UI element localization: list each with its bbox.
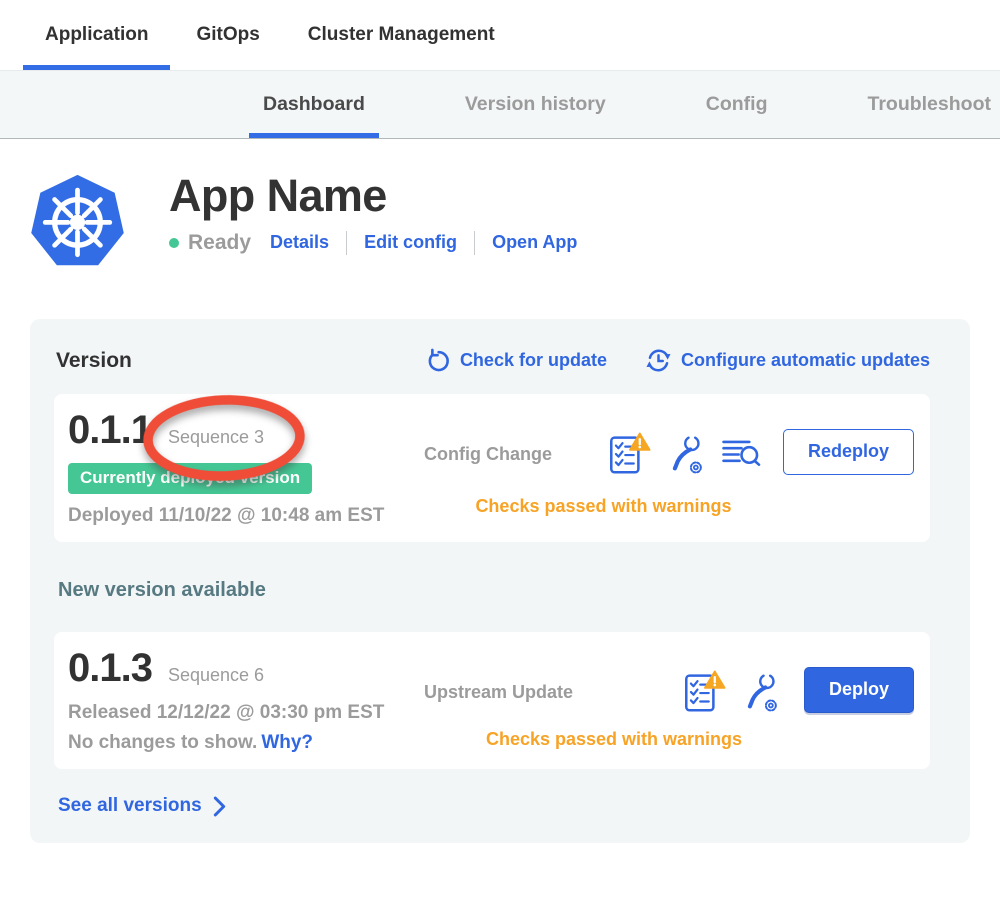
tab-cluster-management[interactable]: Cluster Management bbox=[286, 0, 517, 70]
config-values-icon-button[interactable] bbox=[666, 433, 707, 477]
tab-application[interactable]: Application bbox=[23, 0, 170, 70]
config-values-icon-button[interactable] bbox=[741, 671, 782, 715]
wrench-gear-icon bbox=[666, 433, 707, 477]
preflight-checklist-icon bbox=[608, 431, 651, 478]
kubernetes-logo-icon bbox=[30, 169, 125, 272]
diff-summary: No changes to show.Why? bbox=[68, 732, 424, 754]
redeploy-button[interactable]: Redeploy bbox=[783, 429, 914, 475]
version-card: Version Check for update Configure a bbox=[30, 319, 970, 843]
chevron-right-icon bbox=[213, 796, 226, 817]
preflight-checks-icon-button[interactable] bbox=[608, 431, 651, 478]
current-version-row: 0.1.1 Sequence 3 Currently deployed vers… bbox=[54, 394, 930, 542]
version-source-label: Config Change bbox=[424, 444, 552, 465]
new-version-number: 0.1.3 bbox=[68, 645, 152, 691]
tab-troubleshoot[interactable]: Troubleshoot bbox=[853, 71, 1000, 138]
tab-config[interactable]: Config bbox=[692, 71, 782, 138]
version-source-label: Upstream Update bbox=[424, 682, 573, 703]
page-title: App Name bbox=[169, 171, 577, 221]
no-changes-label: No changes to show. bbox=[68, 732, 257, 753]
status-dot-icon bbox=[169, 238, 179, 248]
sequence-label: Sequence 3 bbox=[168, 427, 264, 447]
tab-gitops[interactable]: GitOps bbox=[174, 0, 281, 70]
new-version-sequence: Sequence 6 bbox=[168, 665, 264, 686]
details-link[interactable]: Details bbox=[270, 232, 329, 253]
deploy-button[interactable]: Deploy bbox=[804, 667, 914, 713]
current-version-sequence: Sequence 3 bbox=[168, 427, 264, 448]
new-version-row: 0.1.3 Sequence 6 Released 12/12/22 @ 03:… bbox=[54, 632, 930, 769]
preflight-checks-icon-button[interactable] bbox=[683, 669, 726, 716]
new-checks-status: Checks passed with warnings bbox=[424, 729, 804, 750]
top-nav: Application GitOps Cluster Management bbox=[0, 0, 1000, 70]
auto-update-icon bbox=[645, 347, 672, 374]
current-checks-status: Checks passed with warnings bbox=[424, 496, 783, 517]
see-all-versions-label: See all versions bbox=[58, 795, 202, 817]
preflight-checklist-icon bbox=[683, 669, 726, 716]
diff-view-icon bbox=[722, 438, 761, 471]
configure-automatic-updates-label: Configure automatic updates bbox=[681, 350, 930, 371]
why-link[interactable]: Why? bbox=[261, 732, 313, 753]
refresh-icon bbox=[425, 348, 451, 374]
open-app-link[interactable]: Open App bbox=[492, 232, 577, 253]
app-header: App Name Ready Details Edit config Open … bbox=[30, 169, 1000, 272]
check-for-update-label: Check for update bbox=[460, 350, 607, 371]
deployed-timestamp: Deployed 11/10/22 @ 10:48 am EST bbox=[68, 505, 424, 527]
app-status-row: Ready Details Edit config Open App bbox=[169, 231, 577, 255]
see-all-versions-link[interactable]: See all versions bbox=[58, 794, 226, 817]
app-sub-nav: Dashboard Version history Config Trouble… bbox=[0, 70, 1000, 139]
tab-version-history[interactable]: Version history bbox=[451, 71, 620, 138]
new-version-heading: New version available bbox=[58, 579, 930, 602]
configure-automatic-updates-link[interactable]: Configure automatic updates bbox=[645, 347, 930, 374]
status-badge: Ready bbox=[188, 231, 251, 255]
divider bbox=[474, 231, 475, 255]
released-timestamp: Released 12/12/22 @ 03:30 pm EST bbox=[68, 702, 424, 724]
tab-dashboard[interactable]: Dashboard bbox=[249, 71, 379, 138]
edit-config-link[interactable]: Edit config bbox=[364, 232, 457, 253]
current-version-number: 0.1.1 bbox=[68, 407, 152, 453]
currently-deployed-badge: Currently deployed version bbox=[68, 463, 312, 494]
check-for-update-link[interactable]: Check for update bbox=[425, 348, 607, 374]
wrench-gear-icon bbox=[741, 671, 782, 715]
divider bbox=[346, 231, 347, 255]
view-diff-icon-button[interactable] bbox=[722, 438, 761, 471]
version-card-title: Version bbox=[56, 349, 387, 373]
